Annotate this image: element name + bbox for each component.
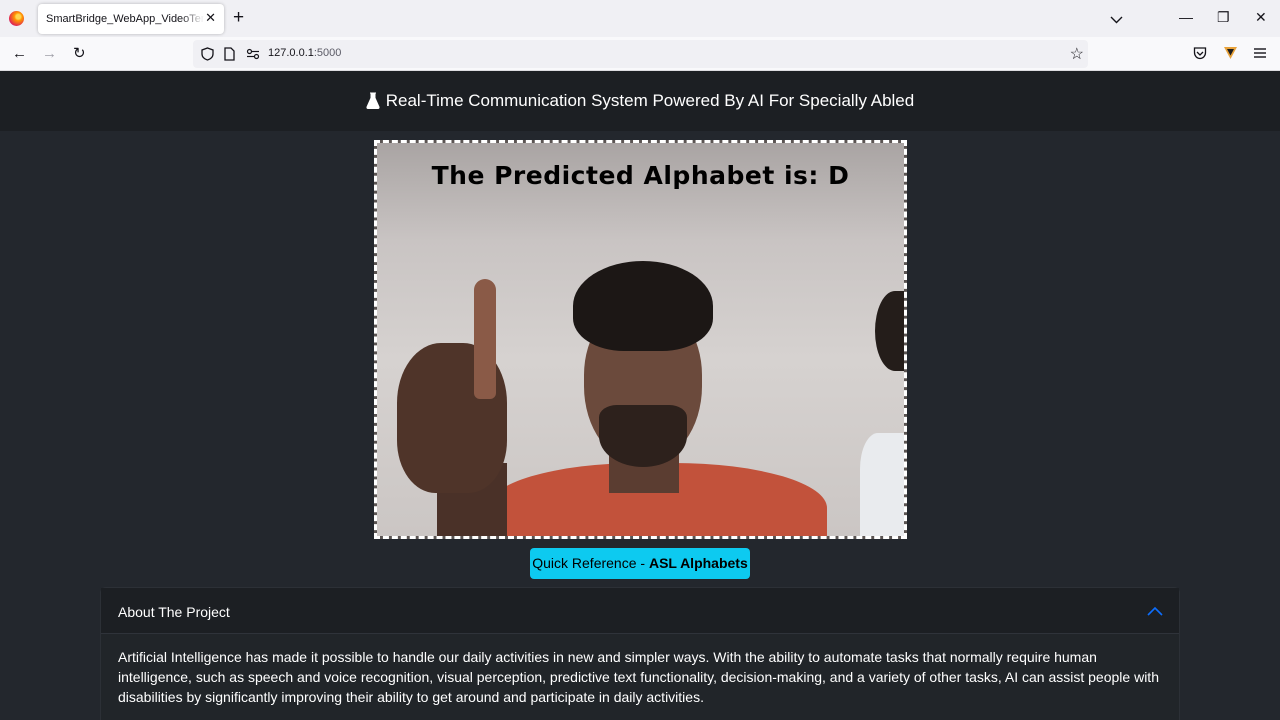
chevron-up-icon[interactable] bbox=[1147, 603, 1163, 621]
video-person-hair bbox=[573, 261, 713, 351]
video-feed: The Predicted Alphabet is: D bbox=[374, 140, 907, 539]
video-person-beard bbox=[599, 405, 687, 467]
browser-tab[interactable]: SmartBridge_WebApp_VideoTemplate ✕ bbox=[38, 4, 224, 34]
asl-reference-label: ASL Alphabets bbox=[648, 555, 748, 571]
tab-title: SmartBridge_WebApp_VideoTemplate bbox=[46, 13, 204, 25]
page-content: Real-Time Communication System Powered B… bbox=[0, 71, 1280, 720]
permissions-icon[interactable] bbox=[246, 47, 260, 65]
page-title-text: Real-Time Communication System Powered B… bbox=[385, 91, 915, 110]
tab-close-icon[interactable]: ✕ bbox=[205, 11, 216, 25]
tracking-shield-icon[interactable] bbox=[201, 47, 214, 66]
video-bystander bbox=[860, 433, 904, 536]
site-header: Real-Time Communication System Powered B… bbox=[0, 71, 1280, 131]
about-accordion-header[interactable]: About The Project bbox=[101, 588, 1179, 634]
url-port: :5000 bbox=[313, 47, 342, 59]
url-bar[interactable]: 127.0.0.1:5000 ☆ bbox=[193, 40, 1088, 68]
browser-tab-bar: SmartBridge_WebApp_VideoTemplate ✕ + — ❐… bbox=[0, 0, 1280, 37]
url-host: 127.0.0.1 bbox=[268, 47, 314, 59]
close-window-button[interactable]: ✕ bbox=[1255, 8, 1267, 26]
flask-icon bbox=[366, 92, 380, 114]
menu-icon[interactable] bbox=[1253, 46, 1267, 64]
extension-icon[interactable] bbox=[1223, 46, 1238, 65]
about-accordion-title: About The Project bbox=[118, 604, 230, 620]
page-title: Real-Time Communication System Powered B… bbox=[0, 91, 1280, 114]
page-info-icon[interactable] bbox=[224, 47, 235, 66]
new-tab-button[interactable]: + bbox=[233, 8, 244, 27]
video-bystander-hair bbox=[875, 291, 904, 371]
forward-button[interactable]: → bbox=[42, 45, 57, 62]
pocket-icon[interactable] bbox=[1193, 46, 1207, 65]
url-text[interactable]: 127.0.0.1:5000 bbox=[268, 47, 341, 59]
list-all-tabs-icon[interactable] bbox=[1110, 11, 1123, 29]
minimize-button[interactable]: — bbox=[1179, 8, 1193, 26]
asl-reference-prefix: Quick Reference - bbox=[532, 555, 649, 571]
bookmark-star-icon[interactable]: ☆ bbox=[1070, 44, 1084, 64]
firefox-logo-icon[interactable] bbox=[9, 11, 24, 26]
reload-button[interactable]: ↻ bbox=[73, 45, 86, 62]
about-accordion-body: Artificial Intelligence has made it poss… bbox=[118, 649, 1159, 705]
restore-button[interactable]: ❐ bbox=[1217, 8, 1230, 26]
prediction-text: The Predicted Alphabet is: D bbox=[431, 161, 850, 190]
video-hand-index-finger bbox=[474, 279, 496, 399]
back-button[interactable]: ← bbox=[12, 45, 27, 62]
about-accordion: About The Project Artificial Intelligenc… bbox=[100, 587, 1180, 720]
asl-reference-button[interactable]: Quick Reference - ASL Alphabets bbox=[530, 548, 750, 579]
browser-nav-bar: ← → ↻ 127.0.0.1:5000 ☆ bbox=[0, 37, 1280, 71]
